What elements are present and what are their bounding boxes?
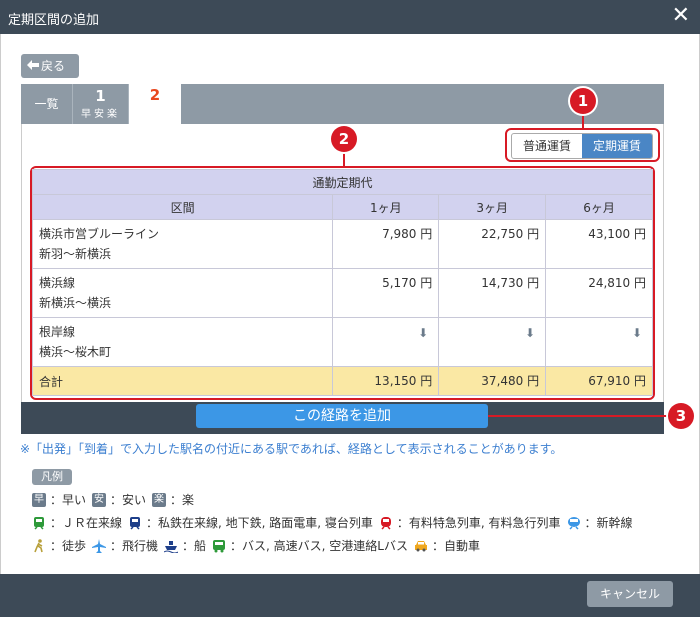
fare-6month: 43,100 円 <box>545 219 653 269</box>
legend-text: ：飛行機 <box>110 539 159 553</box>
line-name: 根岸線 <box>39 325 76 339</box>
callout-1-line <box>582 112 584 128</box>
legend-text: ：私鉄在来線, 地下鉄, 路面電車, 寝台列車 <box>146 516 373 530</box>
route-cell: 横浜市営ブルーライン 新羽〜新横浜 <box>31 219 334 269</box>
fare-table-caption: 通勤定期代 <box>32 169 653 195</box>
total-label: 合計 <box>31 366 334 396</box>
fare-1month: 7,980 円 <box>332 219 440 269</box>
total-row: 合計 13,150 円 37,480 円 67,910 円 <box>31 366 653 396</box>
route-cell: 横浜線 新横浜〜横浜 <box>31 268 334 318</box>
walk-icon <box>32 538 46 553</box>
legend-text: ：有料特急列車, 有料急行列車 <box>396 516 561 530</box>
tab-route-1-number: 1 <box>95 87 106 105</box>
legend-row-rail: ：ＪＲ在来線 ：私鉄在来線, 地下鉄, 路面電車, 寝台列車 ：有料特急列車, … <box>32 514 639 531</box>
dialog-titlebar: 定期区間の追加 ✕ <box>0 0 700 34</box>
down-arrow-icon: ⬇ <box>545 317 653 367</box>
car-icon <box>414 539 428 553</box>
total-3month: 37,480 円 <box>438 366 547 396</box>
station-note: ※「出発」「到着」で入力した駅名の付近にある駅であれば、経路として表示されること… <box>20 442 563 456</box>
fare-3month: 14,730 円 <box>438 268 547 318</box>
close-icon[interactable]: ✕ <box>672 4 690 28</box>
legend-title: 凡例 <box>32 469 72 485</box>
tab-list-label: 一覧 <box>34 97 59 111</box>
back-button-label: 戻る <box>41 59 66 73</box>
dialog-title: 定期区間の追加 <box>8 13 100 28</box>
callout-3-badge: 3 <box>668 403 694 429</box>
regular-fare-option[interactable]: 普通運賃 <box>512 134 582 158</box>
fare-6month: 24,810 円 <box>545 268 653 318</box>
jr-train-icon <box>32 516 46 530</box>
callout-2-badge: 2 <box>331 126 357 152</box>
back-arrow-icon <box>27 54 39 78</box>
route-tabbar: 一覧 1 早安楽 2 <box>21 84 664 125</box>
col-header-1month: 1ヶ月 <box>332 194 440 220</box>
legend-text: ：バス, 高速バス, 空港連絡Lバス <box>230 539 408 553</box>
add-route-button[interactable]: この経路を追加 <box>196 404 488 428</box>
tab-route-2-number: 2 <box>149 86 161 104</box>
fare-3month: 22,750 円 <box>438 219 547 269</box>
col-header-3month: 3ヶ月 <box>438 194 547 220</box>
bus-icon <box>212 539 226 553</box>
legend-text: ：徒歩 <box>50 539 87 553</box>
tab-route-1[interactable]: 1 早安楽 <box>73 84 129 124</box>
station-section: 横浜〜桜木町 <box>39 345 112 359</box>
legend-text: ：安い <box>110 493 147 507</box>
callout-2-line <box>343 150 345 166</box>
col-header-6month: 6ヶ月 <box>545 194 653 220</box>
legend-text: ：船 <box>182 539 207 553</box>
total-6month: 67,910 円 <box>545 366 653 396</box>
tab-list[interactable]: 一覧 <box>21 84 73 124</box>
limited-express-icon <box>379 516 393 530</box>
legend-text: ：新幹線 <box>584 516 633 530</box>
private-train-icon <box>128 516 142 530</box>
down-arrow-icon: ⬇ <box>332 317 440 367</box>
legend-text: ：楽 <box>170 493 195 507</box>
legend-text: ：ＪＲ在来線 <box>50 516 123 530</box>
commuter-fare-option[interactable]: 定期運賃 <box>582 134 652 158</box>
table-row: 横浜線 新横浜〜横浜 5,170 円 14,730 円 24,810 円 <box>31 268 653 318</box>
commuter-fare-table: 通勤定期代 区間 1ヶ月 3ヶ月 6ヶ月 横浜市営ブルーライン 新羽〜新横浜 7… <box>31 169 653 396</box>
legend-row-other: ：徒歩 ：飛行機 ：船 ：バス, 高速バス, 空港連絡Lバス ：自動車 <box>32 537 486 554</box>
down-arrow-icon: ⬇ <box>438 317 547 367</box>
table-row: 横浜市営ブルーライン 新羽〜新横浜 7,980 円 22,750 円 43,10… <box>31 219 653 269</box>
fare-type-toggle: 普通運賃 定期運賃 <box>511 133 653 159</box>
station-section: 新羽〜新横浜 <box>39 247 112 261</box>
col-header-section: 区間 <box>31 194 334 220</box>
table-row: 根岸線 横浜〜桜木町 ⬇ ⬇ ⬇ <box>31 317 653 367</box>
airplane-icon <box>92 538 107 553</box>
station-section: 新横浜〜横浜 <box>39 296 112 310</box>
shinkansen-icon <box>567 516 581 530</box>
total-1month: 13,150 円 <box>332 366 440 396</box>
callout-1-badge: 1 <box>570 88 596 114</box>
back-button[interactable]: 戻る <box>21 54 79 78</box>
legend-row-rank: 早 ：早い 安：安い 楽：楽 <box>32 491 200 508</box>
callout-3-line <box>488 415 668 417</box>
fare-1month: 5,170 円 <box>332 268 440 318</box>
cheap-icon: 安 <box>92 492 107 507</box>
legend-text: ：早い <box>50 493 87 507</box>
line-name: 横浜市営ブルーライン <box>39 227 160 241</box>
tab-route-2[interactable]: 2 <box>129 84 181 125</box>
line-name: 横浜線 <box>39 276 76 290</box>
route-cell: 根岸線 横浜〜桜木町 <box>31 317 334 367</box>
easy-icon: 楽 <box>152 492 167 507</box>
ship-icon <box>163 539 179 553</box>
cancel-button[interactable]: キャンセル <box>587 581 673 607</box>
fast-icon: 早 <box>32 492 46 507</box>
legend-text: ：自動車 <box>432 539 481 553</box>
tab-route-1-badges: 早安楽 <box>81 109 120 120</box>
